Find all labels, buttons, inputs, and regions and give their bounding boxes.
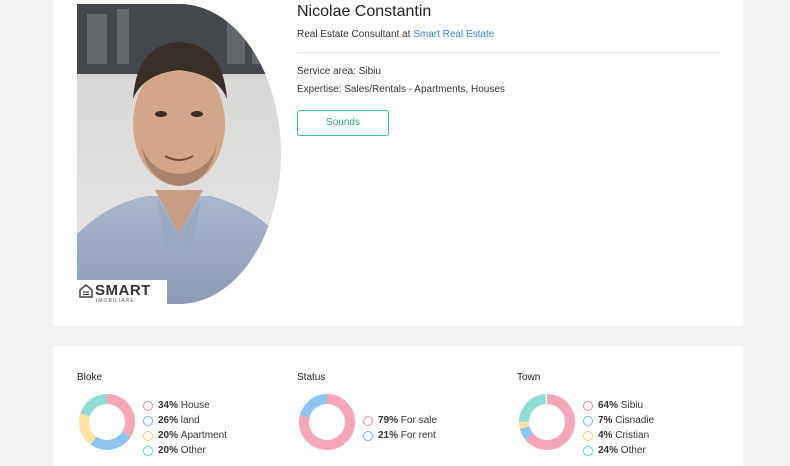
legend-label: House [180,400,210,411]
agency-logo: SMART IMOBILIARE [77,280,167,304]
legend-dot-icon [583,415,593,426]
legend-pct: 21% [378,430,399,441]
legend-dot-icon [583,430,593,441]
legend-dot-icon [583,400,593,411]
expertise: Expertise: Sales/Rentals - Apartments, H… [297,84,505,95]
legend-pct: 7% [598,415,613,426]
legend-item: 34% House [143,398,227,413]
divider [297,52,718,53]
legend-label: Apartment [180,430,227,441]
legend-item: 64% Sibiu [583,398,654,413]
expertise-value: Sales/Rentals - Apartments, Houses [344,84,505,95]
stat-title: Bloke [77,372,103,383]
town-donut-chart [519,394,575,450]
legend-dot-icon [363,430,373,441]
service-area: Service area: Sibiu [297,66,381,77]
expertise-label: Expertise: [297,84,342,95]
legend-label: Other [620,445,646,456]
stats-card: Bloke 34% House 26% land 20% Apartment 2… [53,346,743,466]
legend-pct: 79% [378,415,399,426]
agent-photo: SMART IMOBILIARE [77,4,281,304]
profile-card: SMART IMOBILIARE Nicolae Constantin Real… [53,0,743,326]
legend-pct: 20% [158,445,179,456]
bloke-legend: 34% House 26% land 20% Apartment 20% Oth… [143,398,227,458]
legend-dot-icon [143,445,153,456]
stat-status: Status 79% For sale 21% For rent [297,372,437,450]
legend-label: For rent [400,430,436,441]
role-prefix: Real Estate Consultant at [297,29,411,40]
agent-name: Nicolae Constantin [297,3,432,20]
legend-item: 7% Cisnadie [583,413,654,428]
stat-title: Status [297,372,326,383]
agent-role: Real Estate Consultant at Smart Real Est… [297,29,494,40]
legend-item: 79% For sale [363,413,437,428]
stat-title: Town [517,372,541,383]
legend-dot-icon [363,415,373,426]
stat-bloke: Bloke 34% House 26% land 20% Apartment 2… [77,372,227,456]
legend-label: Cisnadie [615,415,655,426]
legend-label: Other [180,445,206,456]
status-donut-chart [299,394,355,450]
town-legend: 64% Sibiu 7% Cisnadie 4% Cristian 24% Ot… [583,398,654,458]
sounds-button[interactable]: Sounds [297,110,389,136]
legend-item: 20% Apartment [143,428,227,443]
legend-item: 4% Cristian [583,428,654,443]
legend-label: Sibiu [620,400,644,411]
stat-town: Town 64% Sibiu 7% Cisnadie 4% Cristian 2… [517,372,654,456]
legend-pct: 26% [158,415,179,426]
legend-pct: 64% [598,400,619,411]
legend-dot-icon [583,445,593,456]
legend-dot-icon [143,415,153,426]
service-area-label: Service area: [297,66,356,77]
legend-dot-icon [143,400,153,411]
legend-pct: 24% [598,445,619,456]
legend-label: Cristian [615,430,650,441]
legend-pct: 4% [598,430,613,441]
legend-dot-icon [143,430,153,441]
legend-pct: 34% [158,400,179,411]
legend-item: 21% For rent [363,428,437,443]
logo-text: SMART [95,282,151,299]
bloke-donut-chart [79,394,135,450]
legend-pct: 20% [158,430,179,441]
legend-label: land [180,415,200,426]
status-legend: 79% For sale 21% For rent [363,413,437,443]
agency-link[interactable]: Smart Real Estate [413,29,494,40]
service-area-value: Sibiu [358,66,381,77]
legend-label: For sale [400,415,437,426]
legend-item: 26% land [143,413,227,428]
logo-subtext: IMOBILIARE [96,298,135,304]
